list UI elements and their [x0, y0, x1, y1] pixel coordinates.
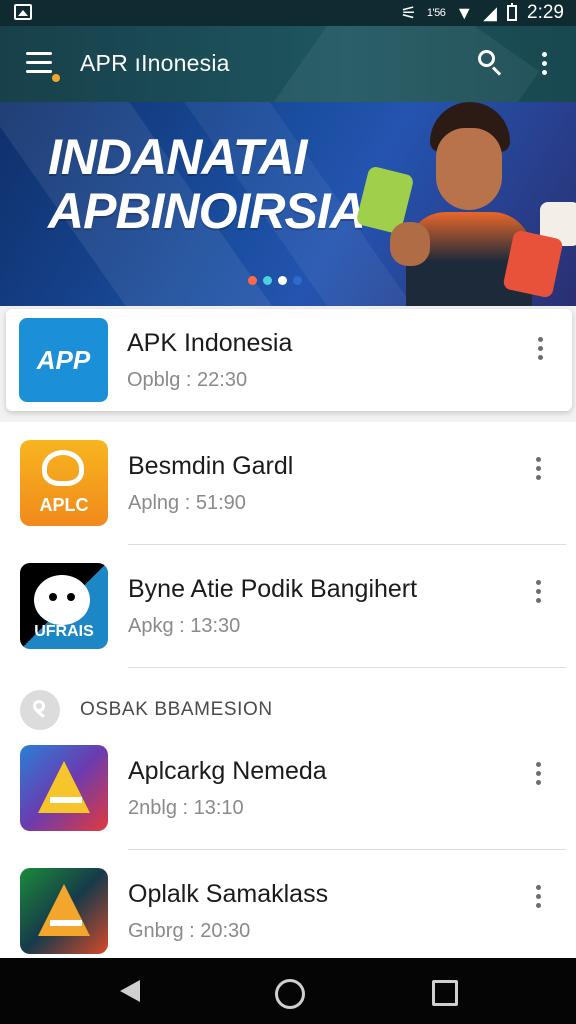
app-bar: APR ıInonesia [0, 26, 576, 102]
carousel-dot[interactable] [293, 276, 302, 285]
back-icon[interactable] [120, 980, 140, 1002]
system-nav-bar [0, 958, 576, 1024]
app-subtitle: Apkg : 13:30 [128, 615, 241, 637]
carousel-dot[interactable] [263, 276, 272, 285]
divider [128, 667, 566, 668]
banner-line-1: INDANATAI [48, 129, 308, 185]
overflow-menu-icon[interactable] [534, 580, 544, 606]
app-title: APR ıInonesia [80, 50, 230, 76]
menu-icon[interactable] [26, 52, 54, 74]
app-list: APLC Besmdin Gardl Aplng : 51:90 UFRAIS … [0, 422, 576, 958]
cell-signal-icon: ◢ [483, 2, 498, 23]
carousel-indicator [248, 276, 302, 285]
status-text: 1'56 [426, 7, 446, 19]
banner-line-2: APBINOIRSIA [48, 183, 366, 239]
app-subtitle: Opblg : 22:30 [127, 369, 248, 391]
app-name: APK Indonesia [127, 329, 293, 357]
app-name: Besmdin Gardl [128, 452, 294, 480]
app-subtitle: Aplng : 51:90 [128, 492, 246, 514]
list-item[interactable]: UFRAIS Byne Atie Podik Bangihert Apkg : … [0, 545, 576, 667]
carousel-dot[interactable] [248, 276, 257, 285]
app-name: Byne Atie Podik Bangihert [128, 575, 418, 603]
gallery-notification-icon [14, 4, 32, 20]
list-item[interactable]: Oplalk Samaklass Gnbrg : 20:30 [0, 850, 576, 972]
list-item[interactable]: APLC Besmdin Gardl Aplng : 51:90 [0, 422, 576, 544]
app-icon [20, 745, 108, 831]
signal-strength-icon: ⚟ [400, 2, 417, 23]
battery-icon [507, 3, 518, 21]
status-bar: ⚟ 1'56 ▼ ◢ 2:29 [0, 0, 576, 26]
app-subtitle: Gnbrg : 20:30 [128, 920, 251, 942]
app-name: Oplalk Samaklass [128, 880, 329, 908]
app-icon: UFRAIS [20, 563, 108, 649]
more-vert-icon[interactable] [541, 52, 549, 78]
overflow-menu-icon[interactable] [534, 762, 544, 788]
recents-icon[interactable] [432, 980, 458, 1006]
overflow-menu-icon[interactable] [534, 457, 544, 483]
app-subtitle: 2nblg : 13:10 [128, 797, 244, 819]
list-item[interactable]: Aplcarkg Nemeda 2nblg : 13:10 [0, 727, 576, 849]
search-history-icon [20, 690, 60, 730]
app-icon [20, 868, 108, 954]
overflow-menu-icon[interactable] [534, 885, 544, 911]
search-icon[interactable] [478, 50, 504, 76]
section-title: OSBAK BBAMESION [80, 699, 273, 720]
sticker-graphic [502, 229, 564, 299]
app-name: Aplcarkg Nemeda [128, 757, 327, 785]
app-icon: APP [19, 318, 108, 402]
notification-dot [52, 74, 60, 82]
featured-app-card[interactable]: APP APK Indonesia Opblg : 22:30 [6, 309, 572, 411]
banner-headline: INDANATAI APBINOIRSIA [48, 129, 366, 239]
section-header: OSBAK BBAMESION [0, 690, 576, 730]
app-icon: APLC [20, 440, 108, 526]
home-icon[interactable] [275, 979, 305, 1009]
carousel-dot[interactable] [278, 276, 287, 285]
promo-banner[interactable]: INDANATAI APBINOIRSIA [0, 102, 576, 306]
clock: 2:29 [527, 2, 564, 23]
overflow-menu-icon[interactable] [536, 337, 546, 363]
wifi-icon: ▼ [455, 2, 474, 23]
